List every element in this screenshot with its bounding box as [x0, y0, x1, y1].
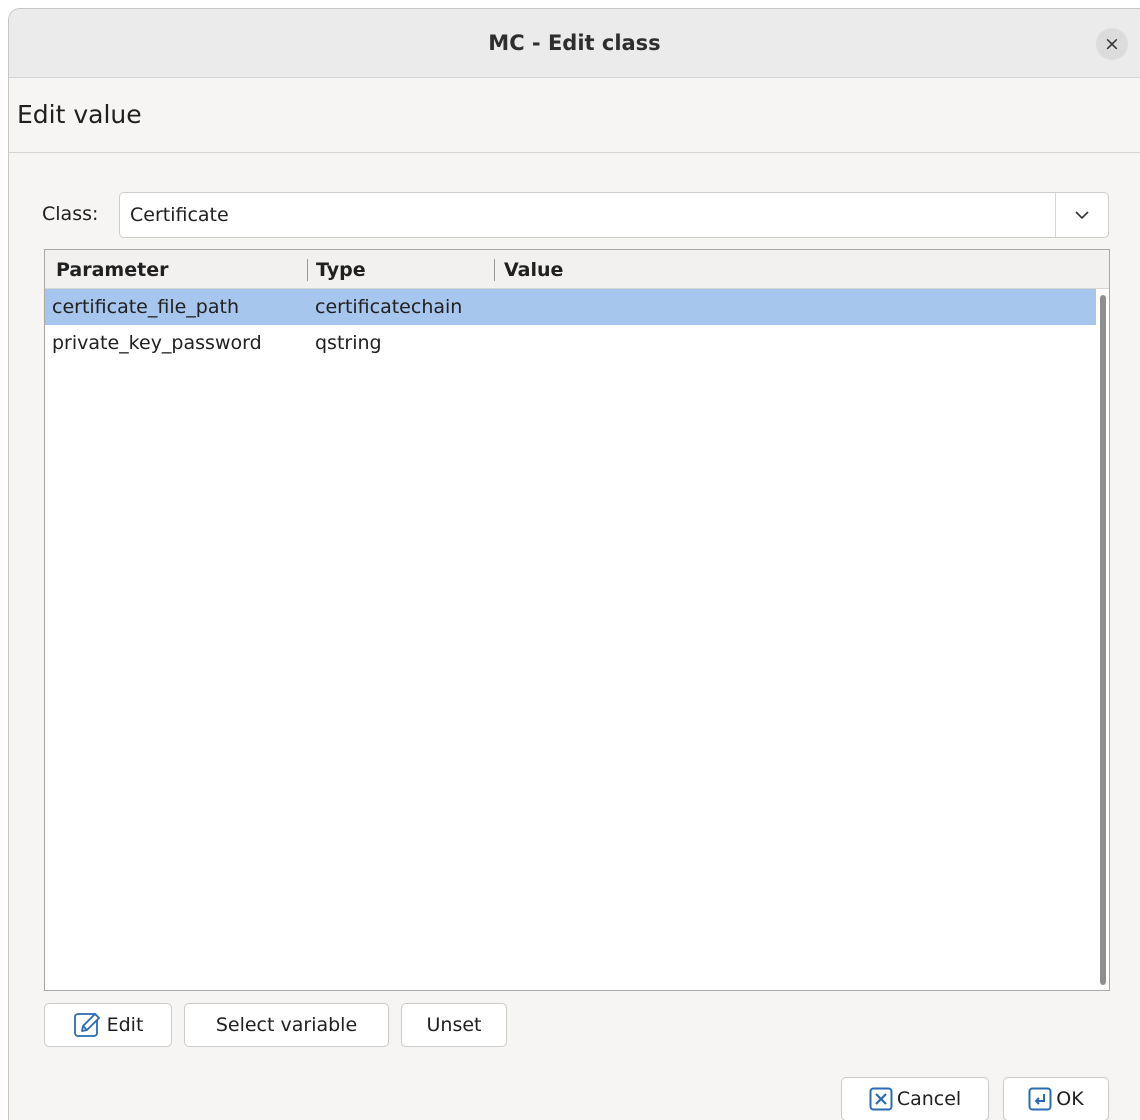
title-bar: MC - Edit class ×	[9, 9, 1140, 78]
class-combobox[interactable]: Certificate	[119, 192, 1109, 238]
edit-class-dialog: MC - Edit class × Edit value Class: Cert…	[8, 8, 1140, 1120]
section-header: Edit value	[9, 78, 1140, 153]
table-header: Parameter Type Value	[45, 250, 1109, 289]
table-row[interactable]: certificate_file_path certificatechain	[45, 289, 1096, 325]
class-dropdown-button[interactable]	[1055, 193, 1108, 237]
select-variable-button-label: Select variable	[215, 1014, 358, 1036]
table-row[interactable]: private_key_password qstring	[45, 325, 1096, 361]
column-header-type[interactable]: Type	[316, 250, 366, 288]
column-separator[interactable]	[494, 259, 495, 281]
class-label: Class:	[42, 203, 99, 225]
cancel-button[interactable]: Cancel	[841, 1077, 989, 1120]
close-button[interactable]: ×	[1096, 28, 1128, 60]
cell-parameter: private_key_password	[52, 332, 262, 354]
cancel-x-icon	[869, 1087, 893, 1111]
chevron-down-icon	[1075, 210, 1089, 219]
window-title: MC - Edit class	[488, 31, 661, 55]
close-icon: ×	[1104, 33, 1120, 55]
section-title: Edit value	[17, 100, 142, 129]
column-header-parameter[interactable]: Parameter	[56, 250, 168, 288]
class-combobox-value: Certificate	[130, 204, 229, 226]
edit-button[interactable]: Edit	[44, 1003, 172, 1047]
cell-type: certificatechain	[315, 296, 463, 318]
enter-return-icon	[1028, 1087, 1052, 1111]
ok-button-label: OK	[1056, 1088, 1084, 1110]
ok-button[interactable]: OK	[1003, 1077, 1109, 1120]
edit-button-label: Edit	[106, 1014, 144, 1036]
unset-button-label: Unset	[426, 1014, 482, 1036]
cell-parameter: certificate_file_path	[52, 296, 240, 318]
unset-button[interactable]: Unset	[401, 1003, 507, 1047]
select-variable-button[interactable]: Select variable	[184, 1003, 389, 1047]
column-header-value[interactable]: Value	[504, 250, 563, 288]
cell-type: qstring	[315, 332, 382, 354]
cancel-button-label: Cancel	[896, 1088, 962, 1110]
pencil-icon	[73, 1013, 100, 1037]
parameters-table[interactable]: Parameter Type Value certificate_file_pa…	[44, 249, 1110, 991]
column-separator[interactable]	[307, 259, 308, 281]
vertical-scrollbar[interactable]	[1100, 295, 1106, 985]
